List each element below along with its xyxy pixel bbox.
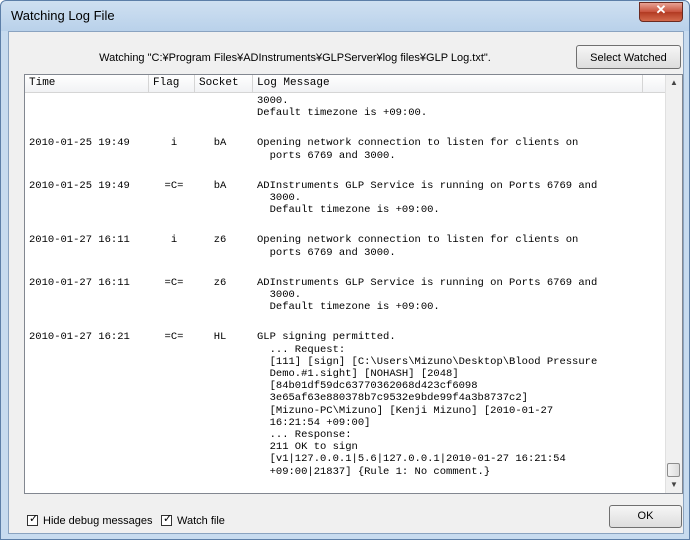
cell-socket: bA [213, 179, 227, 192]
cell-log-message-line: 16:21:54 +09:00] [257, 416, 371, 429]
cell-flag: =C= [164, 179, 184, 192]
watch-file-checkbox[interactable]: ✓ [161, 513, 173, 526]
watch-file-label[interactable]: Watch file [177, 515, 225, 527]
cell-log-message-line: [84b01df59dc63770362068d423cf6098 [257, 380, 478, 393]
cell-log-message-line: Demo.#1.sight] [NOHASH] [2048] [257, 367, 459, 380]
cell-time: 2010-01-27 16:21 [29, 331, 130, 344]
cell-time: 2010-01-27 16:11 [29, 234, 130, 247]
cell-log-message-line: 3000. [257, 95, 289, 107]
cell-log-message-line: ports 6769 and 3000. [257, 149, 396, 162]
scroll-thumb[interactable] [667, 463, 680, 477]
log-table[interactable]: Time Flag Socket Log Message 3000. Defaul… [24, 74, 683, 494]
cell-log-message-line: [111] [sign] [C:\Users\Mizuno\Desktop\Bl… [257, 355, 598, 368]
check-icon: ✓ [163, 513, 173, 525]
cell-log-message-line: GLP signing permitted. [257, 331, 396, 344]
cell-log-message-line: ADInstruments GLP Service is running on … [257, 179, 598, 192]
cell-log-message-line: 3e65af63e880378b7c9532e9bde99f4a3b8737c2… [257, 392, 528, 405]
vertical-scrollbar[interactable]: ▲ ▼ [665, 75, 682, 493]
cell-log-message-line: +09:00|21837] {Rule 1: No comment.} [257, 465, 491, 478]
cell-log-message-line: Opening network connection to listen for… [257, 137, 579, 150]
cell-flag: i [170, 137, 178, 150]
watching-log-window: Watching Log File ✕ Watching "C:¥Program… [0, 0, 690, 540]
dialog-client: Watching "C:¥Program Files¥ADInstruments… [8, 31, 684, 534]
cell-log-message-line: ... Request: [257, 343, 346, 356]
check-icon: ✓ [29, 513, 39, 525]
cell-socket: z6 [213, 276, 227, 289]
cell-socket: z6 [213, 234, 227, 247]
cell-flag: i [170, 234, 178, 247]
cell-log-message-line: Default timezone is +09:00. [257, 301, 440, 314]
column-header-socket[interactable]: Socket [195, 75, 253, 92]
log-table-header: Time Flag Socket Log Message [25, 75, 667, 93]
cell-log-message-line: ... Response: [257, 428, 352, 441]
column-header-log-message[interactable]: Log Message [253, 75, 643, 92]
cell-log-message-line: 3000. [257, 288, 302, 301]
hide-debug-label[interactable]: Hide debug messages [43, 515, 152, 527]
table-row[interactable]: 2010-01-27 16:11 =C= z6 ADInstruments GLP S… [25, 277, 645, 314]
cell-flag: =C= [164, 331, 184, 344]
close-button[interactable]: ✕ [639, 2, 683, 22]
cell-log-message-line: [v1|127.0.0.1|5.6|127.0.0.1|2010-01-27 1… [257, 453, 566, 466]
cell-time: 2010-01-25 19:49 [29, 179, 130, 192]
cell-log-message-line: Default timezone is +09:00. [257, 107, 428, 120]
scroll-down-icon[interactable]: ▼ [666, 477, 682, 493]
cell-log-message-line: Opening network connection to listen for… [257, 234, 579, 247]
window-title: Watching Log File [11, 8, 115, 23]
hide-debug-checkbox[interactable]: ✓ [27, 513, 39, 526]
cell-socket: bA [213, 137, 227, 150]
cell-log-message-line: Default timezone is +09:00. [257, 204, 440, 217]
scroll-up-icon[interactable]: ▲ [666, 75, 682, 91]
ok-button[interactable]: OK [609, 505, 682, 528]
close-icon: ✕ [655, 2, 667, 17]
select-watched-file-button[interactable]: Select Watched File... [576, 45, 681, 88]
column-header-flag[interactable]: Flag [149, 75, 195, 92]
cell-log-message-line: 3000. [257, 191, 302, 204]
table-row[interactable]: 2010-01-27 16:21 =C= HL GLP signing permitt… [25, 331, 645, 477]
cell-time: 2010-01-27 16:11 [29, 276, 130, 289]
cell-log-message-line: [Mizuno-PC\Mizuno] [Kenji Mizuno] [2010-… [257, 404, 554, 417]
table-row[interactable]: 2010-01-27 16:11 i z6 Opening network conne… [25, 234, 645, 258]
cell-socket: HL [213, 331, 227, 344]
watching-path-label: Watching "C:¥Program Files¥ADInstruments… [99, 52, 491, 64]
cell-time: 2010-01-25 19:49 [29, 137, 130, 150]
column-header-time[interactable]: Time [25, 75, 149, 92]
title-bar[interactable]: Watching Log File ✕ [1, 1, 689, 31]
table-row[interactable]: 3000. Default timezone is +09:00. [25, 95, 645, 119]
cell-log-message-line: 211 OK to sign [257, 441, 358, 454]
log-rows: 3000. Default timezone is +09:00. 2010-01-… [25, 93, 667, 493]
cell-log-message-line: ADInstruments GLP Service is running on … [257, 276, 598, 289]
table-row[interactable]: 2010-01-25 19:49 i bA Opening network conne… [25, 137, 645, 161]
cell-flag: =C= [164, 276, 184, 289]
cell-log-message-line: ports 6769 and 3000. [257, 246, 396, 259]
table-row[interactable]: 2010-01-25 19:49 =C= bA ADInstruments GLP S… [25, 180, 645, 217]
